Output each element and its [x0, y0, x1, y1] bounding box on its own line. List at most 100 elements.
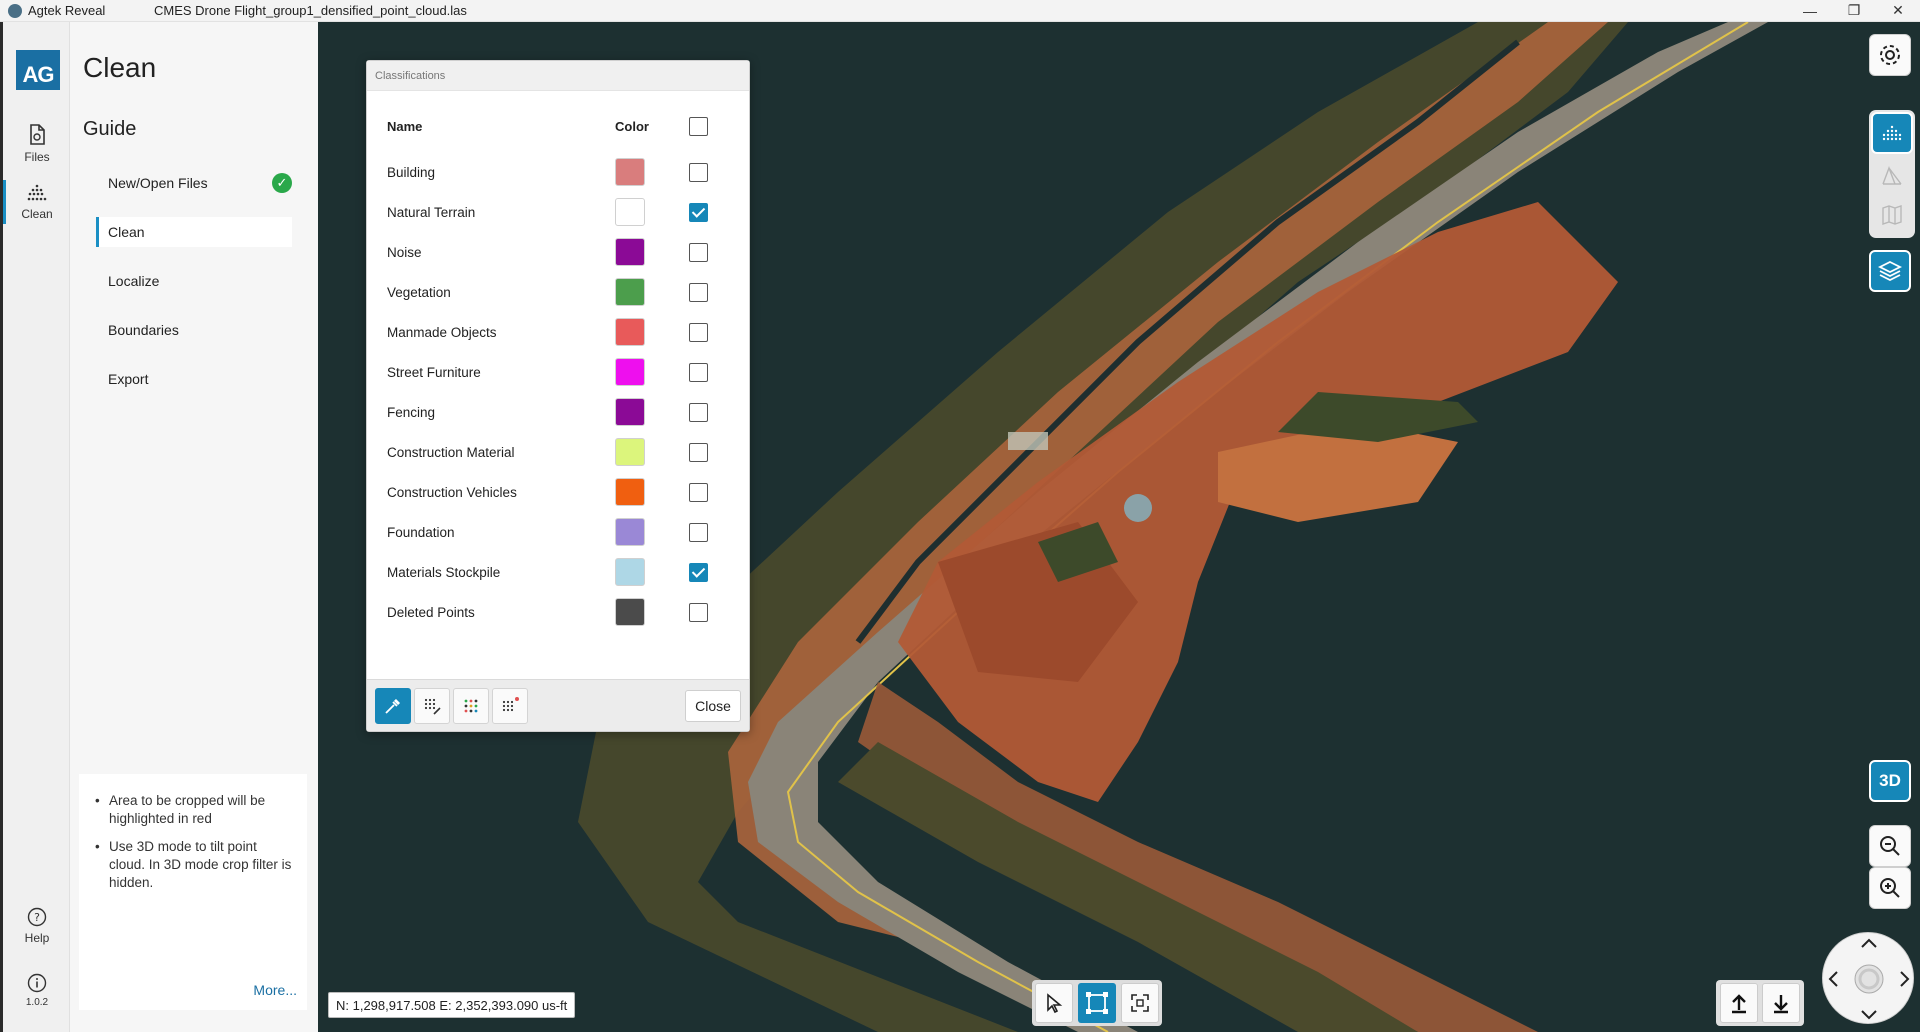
step-label: Localize	[108, 273, 160, 289]
layers-icon	[1877, 260, 1903, 282]
reclassify-tool-button[interactable]	[414, 688, 450, 724]
color-swatch[interactable]	[615, 318, 645, 346]
rail-edge	[0, 22, 3, 1032]
arrow-down-icon	[1774, 995, 1788, 1014]
color-swatch[interactable]	[615, 238, 645, 266]
color-swatch[interactable]	[615, 398, 645, 426]
select-all-checkbox[interactable]	[689, 117, 708, 136]
visibility-checkbox[interactable]	[689, 163, 708, 182]
color-points-tool-button[interactable]	[453, 688, 489, 724]
classification-name: Deleted Points	[387, 605, 475, 620]
zoom-extents-button[interactable]	[1121, 983, 1159, 1023]
classification-row: Deleted Points	[387, 595, 727, 629]
rail-label-clean: Clean	[21, 207, 53, 221]
color-swatch[interactable]	[615, 438, 645, 466]
file-icon	[30, 124, 45, 145]
colored-points-icon	[464, 699, 478, 713]
crop-box-tool-button[interactable]	[1078, 983, 1116, 1023]
zoom-out-icon	[1880, 836, 1900, 856]
eyedropper-tool-button[interactable]	[375, 688, 411, 724]
table-header: Name Color	[387, 117, 727, 137]
toggle-3d-button[interactable]: 3D	[1869, 760, 1911, 802]
check-circle-icon: ✓	[272, 173, 292, 193]
layers-button[interactable]	[1869, 250, 1911, 292]
guide-heading: Guide	[83, 118, 137, 140]
terrain-view-button[interactable]	[1871, 154, 1913, 196]
classification-name: Natural Terrain	[387, 205, 476, 220]
minimize-button[interactable]: —	[1788, 0, 1832, 22]
rail-item-files[interactable]: Files	[6, 118, 68, 170]
visibility-checkbox[interactable]	[689, 523, 708, 542]
visibility-checkbox[interactable]	[689, 203, 708, 222]
map-icon	[1882, 205, 1902, 225]
classification-name: Fencing	[387, 405, 436, 420]
color-swatch[interactable]	[615, 598, 645, 626]
close-dialog-button[interactable]: Close	[685, 690, 741, 722]
column-header-color: Color	[615, 119, 649, 134]
move-down-button[interactable]	[1762, 983, 1800, 1023]
column-header-name: Name	[387, 119, 423, 134]
settings-button[interactable]	[1869, 34, 1911, 76]
rail-label-files: Files	[24, 150, 50, 164]
classification-row: Manmade Objects	[387, 315, 727, 349]
step-label: Clean	[108, 224, 145, 240]
classification-name: Noise	[387, 245, 422, 260]
arrow-up-icon	[1732, 994, 1746, 1014]
guide-step-clean[interactable]: Clean	[96, 217, 292, 247]
visibility-checkbox[interactable]	[689, 563, 708, 582]
agtek-logo: AG	[16, 50, 60, 90]
rail-item-clean[interactable]: Clean	[3, 176, 68, 228]
view-mode-group	[1869, 110, 1915, 238]
step-label: Export	[108, 371, 149, 387]
step-label: Boundaries	[108, 322, 179, 338]
visibility-checkbox[interactable]	[689, 443, 708, 462]
tip-item: Area to be cropped will be highlighted i…	[95, 792, 295, 828]
color-swatch[interactable]	[615, 198, 645, 226]
zoom-in-button[interactable]	[1869, 867, 1911, 909]
eyedropper-icon	[385, 699, 400, 714]
view-mode-label: 3D	[1879, 771, 1901, 790]
classification-name: Construction Vehicles	[387, 485, 517, 500]
svg-text:?: ?	[34, 911, 40, 924]
visibility-checkbox[interactable]	[689, 323, 708, 342]
close-window-button[interactable]: ✕	[1876, 0, 1920, 22]
map-view-button[interactable]	[1871, 194, 1913, 236]
classification-row: Street Furniture	[387, 355, 727, 389]
color-swatch[interactable]	[615, 478, 645, 506]
elevation-controls	[1716, 980, 1804, 1026]
navigation-pad[interactable]	[1822, 932, 1914, 1024]
zoom-out-button[interactable]	[1869, 825, 1911, 867]
visibility-checkbox[interactable]	[689, 603, 708, 622]
app-version: 1.0.2	[25, 996, 49, 1008]
visibility-checkbox[interactable]	[689, 403, 708, 422]
classification-name: Vegetation	[387, 285, 451, 300]
rail-item-about[interactable]: 1.0.2	[6, 964, 68, 1016]
point-cloud-icon	[27, 184, 47, 201]
select-tool-button[interactable]	[1035, 983, 1073, 1023]
classification-row: Noise	[387, 235, 727, 269]
delete-points-tool-button[interactable]	[492, 688, 528, 724]
visibility-checkbox[interactable]	[689, 243, 708, 262]
guide-step-export[interactable]: Export	[96, 364, 292, 394]
color-swatch[interactable]	[615, 358, 645, 386]
guide-step-new-open-files[interactable]: New/Open Files ✓	[96, 168, 292, 198]
more-link[interactable]: More...	[253, 982, 297, 998]
guide-step-localize[interactable]: Localize	[96, 266, 292, 296]
visibility-checkbox[interactable]	[689, 283, 708, 302]
guide-step-boundaries[interactable]: Boundaries	[96, 315, 292, 345]
visibility-checkbox[interactable]	[689, 363, 708, 382]
visibility-checkbox[interactable]	[689, 483, 708, 502]
move-up-button[interactable]	[1720, 983, 1758, 1023]
fit-extents-icon	[1131, 994, 1149, 1012]
color-swatch[interactable]	[615, 278, 645, 306]
color-swatch[interactable]	[615, 158, 645, 186]
color-swatch[interactable]	[615, 518, 645, 546]
pan-arrows-icon	[1828, 938, 1910, 1020]
rail-item-help[interactable]: ? Help	[6, 900, 68, 952]
color-swatch[interactable]	[615, 558, 645, 586]
dialog-title: Classifications	[367, 61, 749, 91]
restore-button[interactable]: ❐	[1832, 0, 1876, 22]
point-cloud-view-button[interactable]	[1871, 112, 1913, 154]
classification-name: Materials Stockpile	[387, 565, 501, 580]
dialog-toolbar: Close	[367, 679, 749, 731]
